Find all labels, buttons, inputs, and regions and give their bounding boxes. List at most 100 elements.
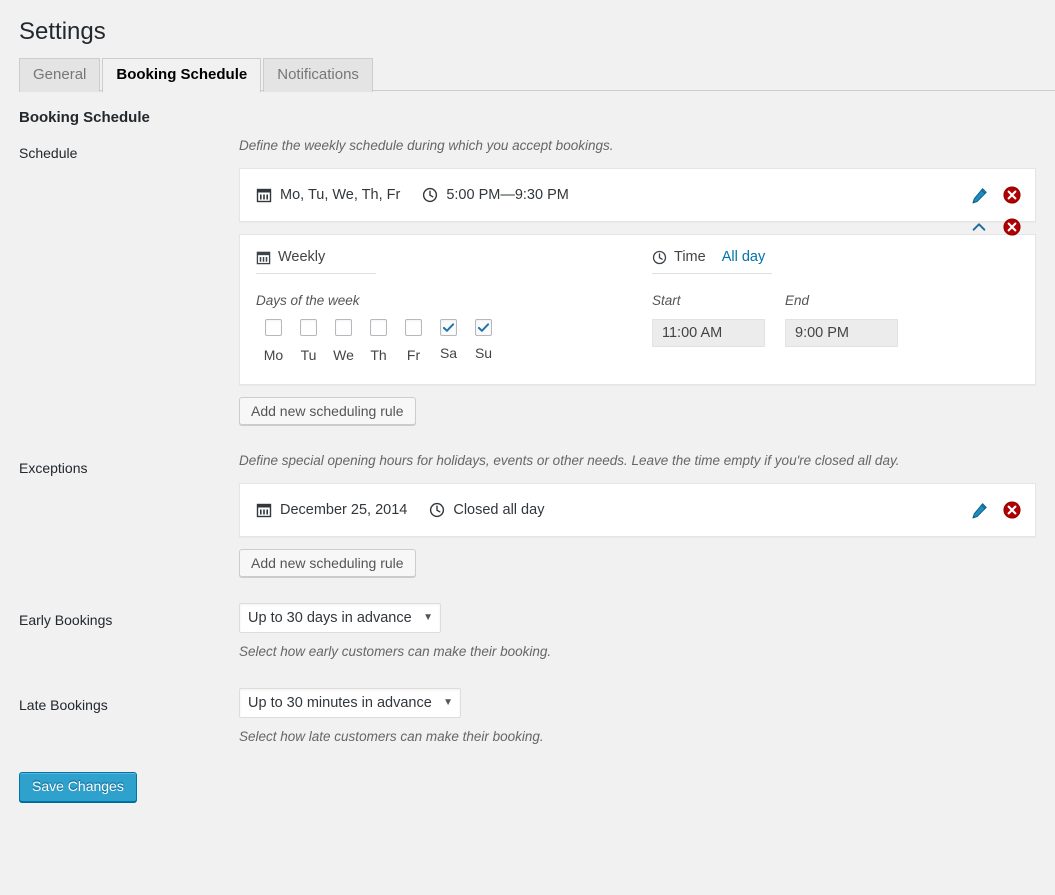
delete-rule-icon[interactable] — [1002, 217, 1022, 237]
rule-days-summary: Mo, Tu, We, Th, Fr — [256, 187, 400, 203]
exceptions-field-row: Exceptions Define special opening hours … — [0, 451, 1055, 577]
day-checkbox-sa-cell: Sa — [431, 319, 466, 364]
day-checkbox-th-cell: Th — [361, 319, 396, 364]
expanded-rule-actions — [969, 217, 1022, 237]
clock-icon — [652, 250, 667, 265]
day-label-sa: Sa — [431, 345, 466, 362]
rule-summary: Mo, Tu, We, Th, Fr 5:00 PM—9:30 PM — [240, 169, 1035, 221]
day-checkbox-fr-cell: Fr — [396, 319, 431, 364]
late-bookings-row: Late Bookings Up to 30 minutes in advanc… — [0, 688, 1055, 747]
exception-time-text: Closed all day — [453, 502, 544, 518]
settings-page: Settings GeneralBooking ScheduleNotifica… — [0, 0, 1055, 895]
schedule-field: Define the weekly schedule during which … — [239, 136, 1055, 425]
schedule-field-row: Schedule Define the weekly schedule duri… — [0, 136, 1055, 425]
day-checkbox-we[interactable] — [335, 319, 352, 336]
late-bookings-select[interactable]: Up to 30 minutes in advance — [239, 688, 461, 718]
day-checkbox-sa[interactable] — [440, 319, 457, 336]
save-changes-button[interactable]: Save Changes — [19, 772, 137, 802]
schedule-label: Schedule — [19, 136, 239, 164]
rule-recurrence-column: Weekly Days of the week Mo Tu — [256, 249, 652, 363]
start-time-input[interactable] — [652, 319, 765, 347]
day-checkbox-mo-cell: Mo — [256, 319, 291, 364]
add-schedule-rule-button[interactable]: Add new scheduling rule — [239, 397, 416, 425]
day-checkbox-th[interactable] — [370, 319, 387, 336]
tab-notifications[interactable]: Notifications — [263, 58, 373, 92]
exceptions-description: Define special opening hours for holiday… — [239, 451, 1035, 471]
day-checkbox-fr[interactable] — [405, 319, 422, 336]
exception-date-text: December 25, 2014 — [280, 502, 407, 518]
delete-rule-icon[interactable] — [1002, 185, 1022, 205]
settings-tab-bar: GeneralBooking ScheduleNotifications — [19, 57, 1055, 91]
rule-time-column: Time All day Start End — [652, 249, 1019, 363]
day-label-th: Th — [361, 347, 396, 364]
rule-time-summary: 5:00 PM—9:30 PM — [422, 187, 569, 203]
rule-actions — [969, 185, 1022, 205]
start-time-label: Start — [652, 292, 765, 310]
early-bookings-select-wrap: Up to 30 days in advance ▼ — [239, 603, 441, 633]
end-time-group: End — [785, 292, 898, 347]
exception-rule-collapsed: December 25, 2014 Closed all day — [239, 483, 1036, 537]
tab-time[interactable]: Time — [652, 249, 706, 265]
tab-time-label: Time — [674, 249, 706, 265]
late-bookings-label: Late Bookings — [19, 688, 239, 716]
recurrence-tab-bar: Weekly — [256, 249, 376, 274]
section-heading: Booking Schedule — [0, 91, 1055, 136]
tab-weekly[interactable]: Weekly — [256, 249, 325, 265]
early-bookings-label: Early Bookings — [19, 603, 239, 631]
clock-icon — [429, 502, 445, 518]
spacer — [0, 662, 1055, 688]
early-bookings-description: Select how early customers can make thei… — [239, 642, 1035, 662]
rule-time-text: 5:00 PM—9:30 PM — [446, 187, 569, 203]
rule-days-text: Mo, Tu, We, Th, Fr — [280, 187, 400, 203]
tab-general[interactable]: General — [19, 58, 100, 92]
day-label-tu: Tu — [291, 347, 326, 364]
spacer — [0, 425, 1055, 451]
delete-rule-icon[interactable] — [1002, 500, 1022, 520]
early-bookings-row: Early Bookings Up to 30 days in advance … — [0, 603, 1055, 662]
tab-all-day[interactable]: All day — [722, 249, 766, 265]
late-bookings-field: Up to 30 minutes in advance ▼ Select how… — [239, 688, 1055, 747]
calendar-icon — [256, 187, 272, 203]
schedule-rule-collapsed: Mo, Tu, We, Th, Fr 5:00 PM—9:30 PM — [239, 168, 1036, 222]
calendar-icon — [256, 502, 272, 518]
day-label-we: We — [326, 347, 361, 364]
exceptions-label: Exceptions — [19, 451, 239, 479]
day-checkbox-tu-cell: Tu — [291, 319, 326, 364]
time-tab-bar: Time All day — [652, 249, 772, 274]
checkmark-icon — [477, 321, 490, 334]
day-label-fr: Fr — [396, 347, 431, 364]
schedule-description: Define the weekly schedule during which … — [239, 136, 1035, 156]
early-bookings-select[interactable]: Up to 30 days in advance — [239, 603, 441, 633]
rule-editor: Weekly Days of the week Mo Tu — [240, 235, 1035, 383]
day-label-mo: Mo — [256, 347, 291, 364]
day-checkbox-tu[interactable] — [300, 319, 317, 336]
day-checkbox-mo[interactable] — [265, 319, 282, 336]
exception-actions — [969, 500, 1022, 520]
schedule-rule-expanded: Weekly Days of the week Mo Tu — [239, 234, 1036, 384]
day-checkbox-su[interactable] — [475, 319, 492, 336]
edit-rule-icon[interactable] — [969, 500, 989, 520]
exception-date-summary: December 25, 2014 — [256, 502, 407, 518]
clock-icon — [422, 187, 438, 203]
day-checkbox-su-cell: Su — [466, 319, 501, 364]
calendar-icon — [256, 250, 271, 265]
start-time-group: Start — [652, 292, 765, 347]
spacer — [0, 577, 1055, 603]
days-of-week-group: Mo Tu We Th — [256, 319, 652, 364]
time-fields: Start End — [652, 292, 1019, 347]
late-bookings-select-wrap: Up to 30 minutes in advance ▼ — [239, 688, 461, 718]
day-checkbox-we-cell: We — [326, 319, 361, 364]
tab-booking-schedule[interactable]: Booking Schedule — [102, 58, 261, 93]
collapse-rule-icon[interactable] — [969, 217, 989, 237]
exception-time-summary: Closed all day — [429, 502, 544, 518]
page-title: Settings — [0, 0, 1055, 57]
checkmark-icon — [442, 321, 455, 334]
early-bookings-field: Up to 30 days in advance ▼ Select how ea… — [239, 603, 1055, 662]
edit-rule-icon[interactable] — [969, 185, 989, 205]
add-exception-rule-button[interactable]: Add new scheduling rule — [239, 549, 416, 577]
exceptions-field: Define special opening hours for holiday… — [239, 451, 1055, 577]
day-label-su: Su — [466, 345, 501, 362]
end-time-input[interactable] — [785, 319, 898, 347]
end-time-label: End — [785, 292, 898, 310]
tab-weekly-label: Weekly — [278, 249, 325, 265]
